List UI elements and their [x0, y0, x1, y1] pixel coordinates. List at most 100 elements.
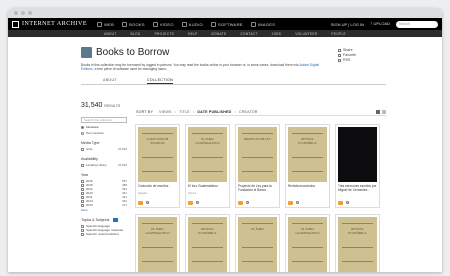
collection-search-input[interactable]: Search this collection	[81, 117, 127, 123]
sort-bar: SORT BY VIEWS • TITLE • DATE PUBLISHED • CR…	[136, 108, 386, 116]
lending-icon	[338, 200, 343, 205]
result-card[interactable]: EL FORO GUATEMALTECO El foro Guatemalteco…	[185, 124, 230, 208]
window-dot[interactable]	[14, 11, 18, 15]
card-title[interactable]: Proyecto de Ley para la Fundación el Ban…	[238, 184, 277, 192]
result-card[interactable]: Tres sermones escritos por Miguel de Cer…	[335, 124, 380, 208]
checkbox[interactable]	[81, 203, 84, 207]
grid-view-icon[interactable]	[376, 109, 380, 114]
book-cover[interactable]: EL FORO	[238, 217, 277, 272]
web-icon	[97, 21, 103, 27]
checkbox[interactable]	[81, 199, 84, 203]
book-cover[interactable]: REVISTA ECONÓMICA	[338, 217, 377, 272]
facet-row[interactable]: Spanish: avail (fundition)	[81, 232, 127, 236]
subnav-help[interactable]: HELP	[188, 32, 198, 36]
signin-link[interactable]: SIGN UP | LOG IN	[331, 22, 364, 27]
lending-icon	[288, 200, 293, 205]
subnav-about[interactable]: ABOUT	[104, 32, 116, 36]
facet-row[interactable]: Lending Library 31,540	[81, 163, 127, 167]
cover-text: REVISTA ECONÓMICA	[198, 227, 217, 235]
sort-views[interactable]: VIEWS	[159, 110, 172, 114]
collection-tabs: ABOUT COLLECTION	[81, 75, 386, 85]
cover-text: REVISTA ECONÓMICA	[348, 227, 367, 235]
card-title[interactable]: Revista económica	[288, 184, 327, 192]
subnav-projects[interactable]: PROJECTS	[155, 32, 174, 36]
sub-nav: ABOUT BLOG PROJECTS HELP DONATE CONTACT …	[8, 30, 442, 37]
subnav-donate[interactable]: DONATE	[212, 32, 227, 36]
card-footer	[288, 200, 327, 205]
checkbox[interactable]	[81, 224, 84, 228]
book-icon	[122, 21, 128, 27]
result-card[interactable]: EL FORO GUATEMALTECO	[285, 214, 330, 272]
subnav-people[interactable]: PEOPLE	[331, 32, 346, 36]
facet-heading-topics: Topics & Subjects	[81, 218, 127, 223]
subnav-volunteer[interactable]: VOLUNTEER	[295, 32, 317, 36]
result-card[interactable]: REVISTA ECONÓMICA	[185, 214, 230, 272]
card-title[interactable]: Colección de escritos	[138, 184, 177, 192]
nav-software[interactable]: SOFTWARE	[210, 21, 243, 27]
checkbox[interactable]	[81, 147, 84, 151]
results-grid: COLECCIÓN DE ESCRITOS Colección de escrit…	[135, 124, 385, 272]
list-view-icon[interactable]	[382, 109, 386, 114]
facet-row[interactable]: 2010 417	[81, 203, 127, 207]
facet-row[interactable]: texts 31,540	[81, 147, 127, 151]
radio-button[interactable]	[81, 125, 84, 129]
toggle-icon[interactable]	[113, 218, 119, 223]
tab-collection[interactable]: COLLECTION	[147, 78, 173, 84]
result-card[interactable]: PROYECTO DE LEY Proyecto de Ley para la F…	[235, 124, 280, 208]
nav-images[interactable]: IMAGES	[250, 21, 275, 27]
facets-sidebar: 31,540 RESULTS Search this collection Met…	[81, 102, 127, 236]
result-card[interactable]: EL FORO	[235, 214, 280, 272]
book-cover[interactable]: EL FORO GUATEMALTECO	[138, 217, 177, 272]
subnav-jobs[interactable]: JOBS	[272, 32, 282, 36]
card-footer	[138, 200, 177, 205]
card-title[interactable]: Tres sermones escritos por Miguel de Cer…	[338, 184, 377, 192]
book-cover[interactable]: REVISTA ECONÓMICA	[188, 217, 227, 272]
audio-icon	[181, 21, 187, 27]
nav-video[interactable]: VIDEO	[152, 21, 174, 27]
facet-heading-media-type: Media Type	[81, 141, 100, 145]
cover-text: EL FORO GUATEMALTECO	[295, 227, 320, 235]
window-dot[interactable]	[28, 11, 32, 15]
subnav-contact[interactable]: CONTACT	[240, 32, 257, 36]
book-cover[interactable]	[338, 127, 377, 182]
result-card[interactable]: COLECCIÓN DE ESCRITOS Colección de escrit…	[135, 124, 180, 208]
checkbox[interactable]	[81, 232, 84, 236]
checkbox[interactable]	[81, 179, 84, 183]
card-author: Apóstol...	[138, 192, 149, 195]
radio-text-contents[interactable]: Text contents	[81, 131, 127, 135]
view-toggle	[376, 109, 386, 114]
rss-action[interactable]: RSS	[338, 58, 356, 63]
nav-web[interactable]: WEB	[97, 21, 114, 27]
sort-date-published[interactable]: DATE PUBLISHED	[197, 110, 231, 114]
result-card[interactable]: REVISTA ECONÓMICA Revista económica	[285, 124, 330, 208]
checkbox[interactable]	[81, 183, 84, 187]
radio-metadata[interactable]: Metadata	[81, 125, 127, 129]
archive-logo[interactable]: INTERNET ARCHIVE	[12, 20, 87, 28]
cover-text: EL FORO GUATEMALTECO	[145, 227, 170, 235]
subnav-blog[interactable]: BLOG	[131, 32, 141, 36]
sort-title[interactable]: TITLE	[179, 110, 190, 114]
checkbox[interactable]	[81, 191, 84, 195]
nav-books[interactable]: BOOKS	[122, 21, 145, 27]
upload-icon: ↑	[369, 21, 373, 27]
book-cover[interactable]: EL FORO GUATEMALTECO	[188, 127, 227, 182]
radio-button[interactable]	[81, 131, 84, 135]
book-cover[interactable]: COLECCIÓN DE ESCRITOS	[138, 127, 177, 182]
book-cover[interactable]: REVISTA ECONÓMICA	[288, 127, 327, 182]
nav-audio[interactable]: AUDIO	[181, 21, 203, 27]
book-cover[interactable]: PROYECTO DE LEY	[238, 127, 277, 182]
more-link[interactable]: More	[81, 208, 127, 212]
card-title[interactable]: El foro Guatemalteco	[188, 184, 227, 192]
upload-link[interactable]: ↑ UPLOAD	[370, 21, 390, 27]
checkbox[interactable]	[81, 195, 84, 199]
result-card[interactable]: EL FORO GUATEMALTECO	[135, 214, 180, 272]
result-card[interactable]: REVISTA ECONÓMICA	[335, 214, 380, 272]
tab-about[interactable]: ABOUT	[103, 78, 117, 82]
checkbox[interactable]	[81, 187, 84, 191]
top-search-input[interactable]: Search	[396, 20, 438, 28]
checkbox[interactable]	[81, 163, 84, 167]
checkbox[interactable]	[81, 228, 84, 232]
sort-creator[interactable]: CREATOR	[239, 110, 258, 114]
window-dot[interactable]	[21, 11, 25, 15]
book-cover[interactable]: EL FORO GUATEMALTECO	[288, 217, 327, 272]
